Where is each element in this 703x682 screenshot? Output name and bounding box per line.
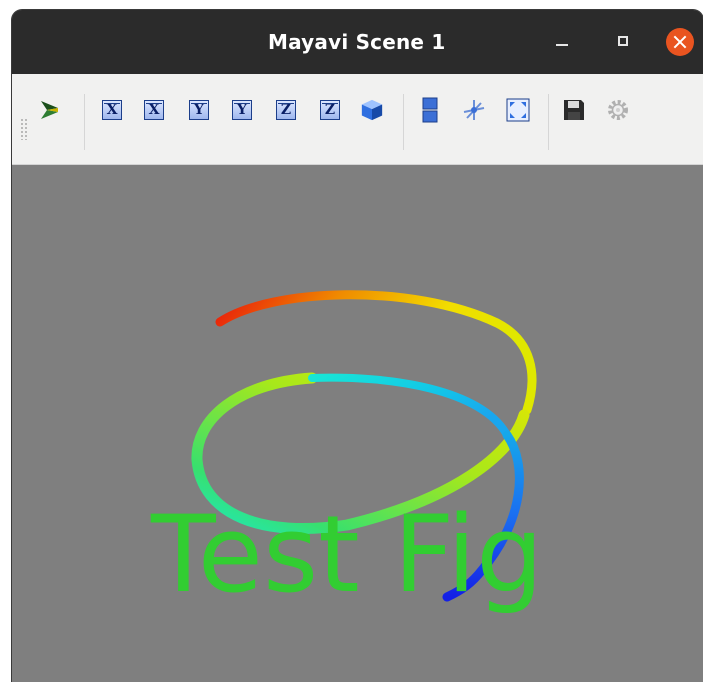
axis-y-icon: Y xyxy=(189,100,209,120)
settings-button[interactable] xyxy=(606,98,630,122)
save-button[interactable] xyxy=(562,98,586,122)
view-z-minus-button[interactable]: Z xyxy=(318,98,342,122)
axis-z-icon: Z xyxy=(276,100,296,120)
render-scene[interactable]: Test Fig xyxy=(12,165,703,682)
view-x-plus-button[interactable]: X xyxy=(100,98,124,122)
mayavi-window: Mayavi Scene 1 X X Y Y Z Z Test Fig xyxy=(12,10,703,682)
fullscreen-icon xyxy=(506,98,530,122)
axis-x-icon: X xyxy=(144,100,164,120)
axes-icon xyxy=(463,100,485,120)
isometric-view-button[interactable] xyxy=(360,98,384,122)
parallel-projection-button[interactable] xyxy=(418,97,442,123)
mayavi-logo-button[interactable] xyxy=(38,98,62,122)
helix-segment-upper xyxy=(215,290,537,415)
axis-z-icon: Z xyxy=(320,100,340,120)
gear-icon xyxy=(608,100,628,120)
floppy-disk-icon xyxy=(564,100,584,120)
toolbar-separator xyxy=(403,94,404,150)
view-z-plus-button[interactable]: Z xyxy=(274,98,298,122)
scene-text-label: Test Fig xyxy=(151,493,544,616)
maximize-button[interactable] xyxy=(610,28,638,56)
view-x-minus-button[interactable]: X xyxy=(142,98,166,122)
window-title: Mayavi Scene 1 xyxy=(268,30,446,54)
toolbar-grip[interactable] xyxy=(20,118,28,140)
helix-segment-back xyxy=(308,373,511,439)
minimize-button[interactable] xyxy=(548,28,576,56)
axis-x-icon: X xyxy=(102,100,122,120)
title-bar[interactable]: Mayavi Scene 1 xyxy=(12,10,703,74)
axis-y-icon: Y xyxy=(232,100,252,120)
toolbar: X X Y Y Z Z xyxy=(12,74,703,165)
view-y-plus-button[interactable]: Y xyxy=(187,98,211,122)
cube-icon xyxy=(361,99,383,121)
toolbar-separator xyxy=(84,94,85,150)
close-button[interactable] xyxy=(666,28,694,56)
full-screen-button[interactable] xyxy=(506,98,530,122)
projection-icon xyxy=(422,97,438,123)
show-axes-button[interactable] xyxy=(462,98,486,122)
toolbar-separator xyxy=(548,94,549,150)
view-y-minus-button[interactable]: Y xyxy=(230,98,254,122)
mayavi-logo-icon xyxy=(41,101,58,119)
